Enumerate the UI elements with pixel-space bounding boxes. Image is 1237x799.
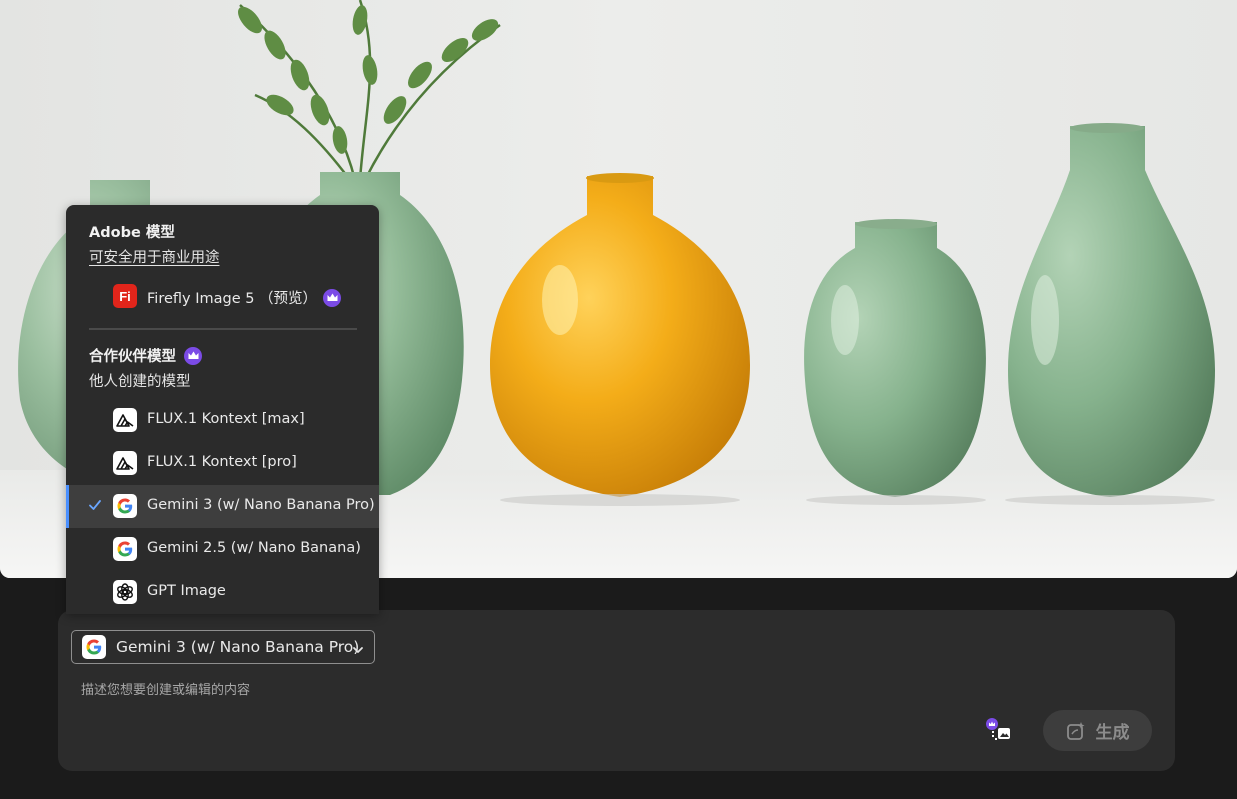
model-option-flux-kontext-max[interactable]: FLUX.1 Kontext [max]: [66, 399, 379, 442]
chevron-down-icon: [352, 641, 364, 660]
model-option-label: FLUX.1 Kontext [max]: [147, 411, 305, 427]
model-option-gpt-image[interactable]: GPT Image: [66, 571, 379, 614]
firefly-icon: Fi: [113, 284, 137, 308]
google-icon: [82, 635, 106, 659]
model-option-label: FLUX.1 Kontext [pro]: [147, 454, 297, 470]
generate-label: 生成: [1095, 723, 1130, 743]
model-option-flux-kontext-pro[interactable]: FLUX.1 Kontext [pro]: [66, 442, 379, 485]
model-option-label: Gemini 2.5 (w/ Nano Banana): [147, 540, 361, 556]
image-reference-icon: [986, 718, 1010, 740]
model-selector-label: Gemini 3 (w/ Nano Banana Pro): [116, 638, 360, 656]
generate-icon: [1066, 721, 1084, 740]
flux-icon: [113, 408, 137, 432]
google-icon: [113, 537, 137, 561]
model-selector[interactable]: Gemini 3 (w/ Nano Banana Pro): [71, 630, 375, 664]
premium-crown-icon: [323, 288, 342, 307]
checkmark-icon: [88, 497, 102, 516]
model-option-gemini-2-5[interactable]: Gemini 2.5 (w/ Nano Banana): [66, 528, 379, 571]
flux-icon: [113, 451, 137, 475]
section-divider: [89, 328, 357, 330]
partner-models-subtitle: 他人创建的模型: [89, 374, 191, 390]
premium-crown-icon: [184, 346, 202, 365]
commercial-safe-link[interactable]: 可安全用于商业用途: [89, 246, 220, 267]
model-option-label: Firefly Image 5 （预览）: [147, 291, 318, 307]
style-reference-button[interactable]: [984, 716, 1014, 744]
partner-models-heading: 合作伙伴模型: [89, 345, 202, 366]
prompt-input[interactable]: 描述您想要创建或编辑的内容: [81, 679, 250, 698]
model-dropdown-menu: Adobe 模型 可安全用于商业用途 Fi Firefly Image 5 （预…: [66, 205, 379, 614]
model-option-firefly-image-5[interactable]: Fi Firefly Image 5 （预览）: [66, 275, 379, 318]
model-option-label: GPT Image: [147, 583, 226, 599]
model-option-gemini-3[interactable]: Gemini 3 (w/ Nano Banana Pro): [66, 485, 379, 528]
google-icon: [113, 494, 137, 518]
openai-icon: [113, 580, 137, 604]
generate-button[interactable]: 生成: [1043, 710, 1152, 751]
model-option-label: Gemini 3 (w/ Nano Banana Pro): [147, 497, 375, 513]
adobe-models-heading: Adobe 模型: [89, 225, 175, 241]
